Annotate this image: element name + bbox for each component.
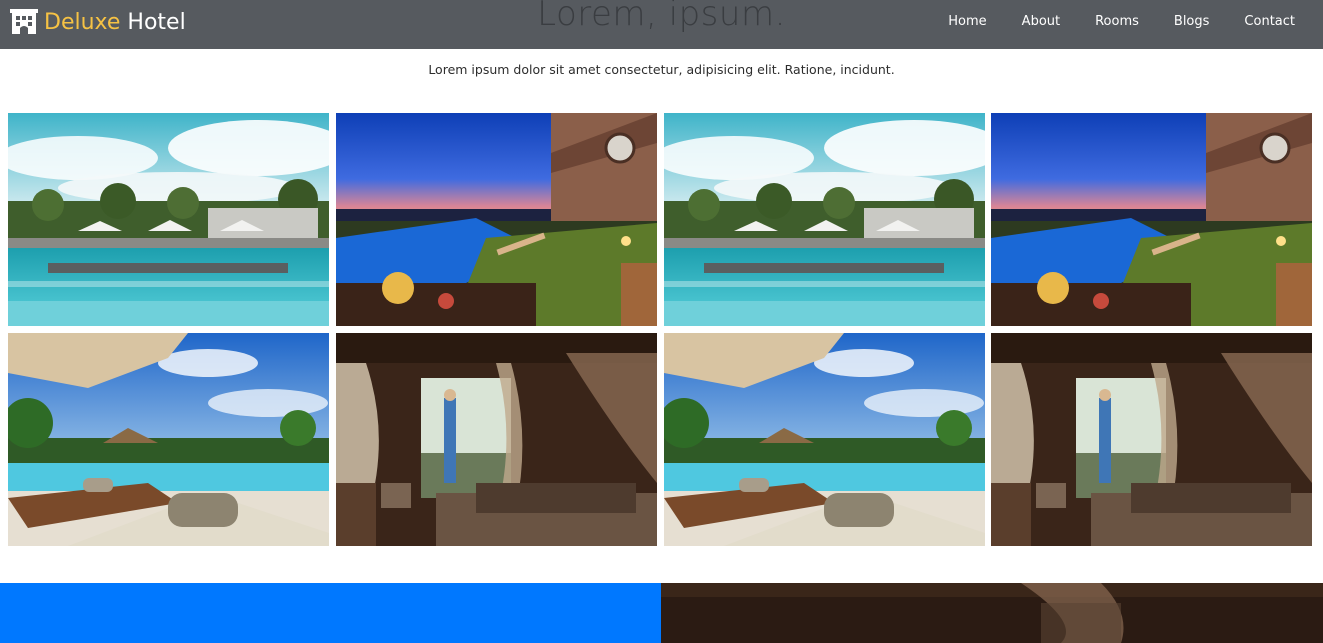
gallery-photo-tropical-pool[interactable] — [664, 333, 985, 546]
gallery-photo-tropical-pool[interactable] — [8, 333, 329, 546]
tropical-pool-image — [664, 333, 985, 546]
gallery-photo-resort-pool[interactable] — [8, 113, 329, 326]
gallery-photo-canopy-bedroom[interactable] — [991, 333, 1312, 546]
nav-link-about[interactable]: About — [1022, 14, 1060, 29]
nav-link-blogs[interactable]: Blogs — [1174, 14, 1210, 29]
tropical-pool-image — [8, 333, 329, 546]
promo-panel-blue — [0, 583, 661, 643]
nav-menu: Home About Rooms Blogs Contact — [913, 0, 1295, 43]
dusk-terrace-image — [991, 113, 1312, 326]
navbar: Deluxe Hotel Lorem, ipsum. Home About Ro… — [0, 0, 1323, 49]
dusk-terrace-image — [336, 113, 657, 326]
gallery-photo-resort-pool[interactable] — [664, 113, 985, 326]
gallery-photo-canopy-bedroom[interactable] — [336, 333, 657, 546]
nav-link-rooms[interactable]: Rooms — [1095, 14, 1139, 29]
canopy-bedroom-image — [991, 333, 1312, 546]
canopy-room-banner-image — [661, 583, 1323, 643]
gallery-photo-dusk-terrace[interactable] — [991, 113, 1312, 326]
resort-pool-image — [8, 113, 329, 326]
resort-pool-image — [664, 113, 985, 326]
promo-panel-image — [661, 583, 1323, 643]
intro-text: Lorem ipsum dolor sit amet consectetur, … — [428, 62, 895, 77]
gallery-photo-dusk-terrace[interactable] — [336, 113, 657, 326]
photo-gallery — [8, 113, 1314, 547]
nav-link-home[interactable]: Home — [948, 14, 986, 29]
canopy-bedroom-image — [336, 333, 657, 546]
nav-link-contact[interactable]: Contact — [1244, 14, 1295, 29]
